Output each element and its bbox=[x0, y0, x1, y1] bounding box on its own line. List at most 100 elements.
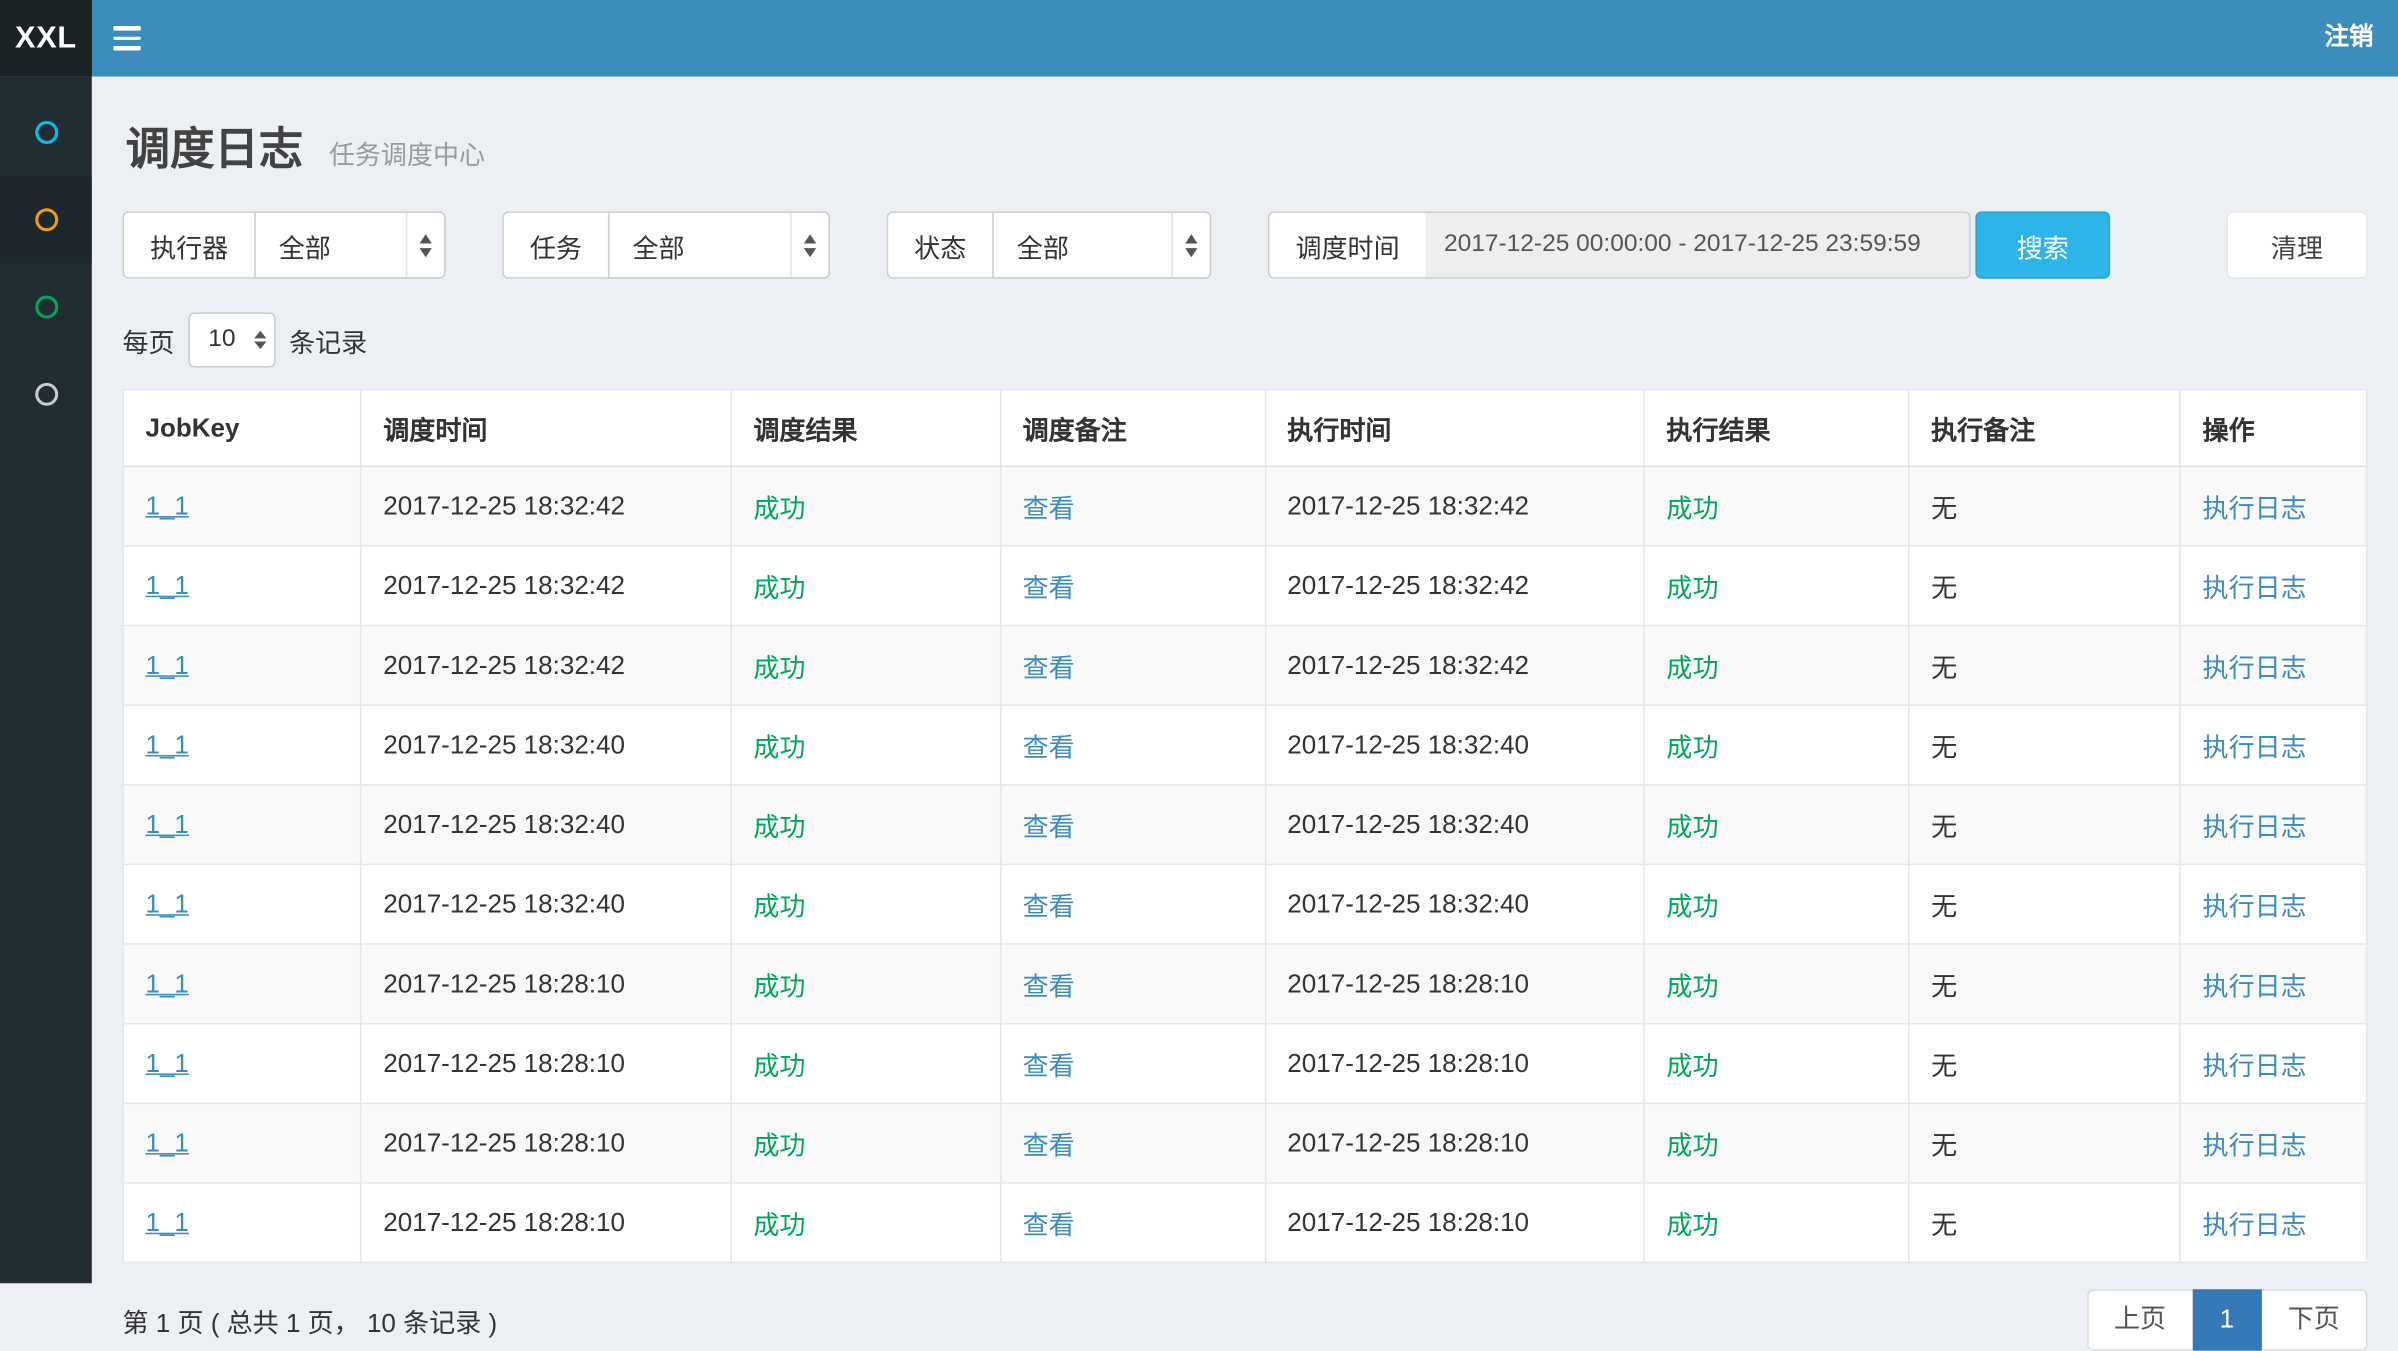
exec-log-link[interactable]: 执行日志 bbox=[2203, 1052, 2307, 1081]
table-cell-trigger_result: 成功 bbox=[731, 1103, 1000, 1183]
table-cell-action: 执行日志 bbox=[2180, 1103, 2366, 1183]
job-select-value: 全部 bbox=[632, 226, 774, 264]
sidebar-item-job-log[interactable] bbox=[0, 263, 92, 350]
clean-button[interactable]: 清理 bbox=[2227, 211, 2368, 278]
jobkey-link[interactable]: 1_1 bbox=[145, 491, 188, 520]
page-title: 调度日志 bbox=[126, 126, 304, 175]
exec-log-link[interactable]: 执行日志 bbox=[2203, 893, 2307, 922]
app-window: XXL 注销 调度日志 任务调度中心 执行器 全部 任务 bbox=[0, 0, 2398, 1283]
exec-log-link[interactable]: 执行日志 bbox=[2203, 733, 2307, 762]
table-cell-trigger_msg: 查看 bbox=[1000, 944, 1265, 1024]
sidebar-toggle-button[interactable] bbox=[92, 0, 162, 77]
job-select[interactable]: 全部 bbox=[608, 211, 830, 278]
view-trigger-msg-link[interactable]: 查看 bbox=[1023, 733, 1075, 762]
table-cell-handle_result: 成功 bbox=[1644, 785, 1909, 865]
top-navbar: XXL 注销 bbox=[0, 0, 2398, 77]
table-cell-job_key: 1_1 bbox=[123, 1183, 361, 1263]
table-row: 1_12017-12-25 18:32:42成功查看2017-12-25 18:… bbox=[123, 466, 2366, 546]
table-row: 1_12017-12-25 18:32:40成功查看2017-12-25 18:… bbox=[123, 705, 2366, 785]
exec-log-link[interactable]: 执行日志 bbox=[2203, 1211, 2307, 1240]
page-size-select[interactable]: 10 bbox=[188, 312, 275, 367]
table-cell-trigger_result: 成功 bbox=[731, 1183, 1000, 1263]
jobkey-link[interactable]: 1_1 bbox=[145, 650, 188, 679]
table-cell-job_key: 1_1 bbox=[123, 705, 361, 785]
jobkey-link[interactable]: 1_1 bbox=[145, 1207, 188, 1236]
sidebar-item-executor-manage[interactable] bbox=[0, 351, 92, 438]
exec-log-link[interactable]: 执行日志 bbox=[2203, 495, 2307, 524]
table-cell-handle_time: 2017-12-25 18:32:42 bbox=[1265, 466, 1644, 546]
jobkey-link[interactable]: 1_1 bbox=[145, 889, 188, 918]
table-row: 1_12017-12-25 18:28:10成功查看2017-12-25 18:… bbox=[123, 944, 2366, 1024]
table-cell-handle_time: 2017-12-25 18:32:42 bbox=[1265, 546, 1644, 626]
table-cell-trigger_result: 成功 bbox=[731, 1024, 1000, 1104]
table-cell-job_key: 1_1 bbox=[123, 1103, 361, 1183]
exec-log-link[interactable]: 执行日志 bbox=[2203, 574, 2307, 603]
time-range-input[interactable] bbox=[1426, 211, 1971, 278]
view-trigger-msg-link[interactable]: 查看 bbox=[1023, 893, 1075, 922]
view-trigger-msg-link[interactable]: 查看 bbox=[1023, 1132, 1075, 1161]
next-page-button[interactable]: 下页 bbox=[2260, 1289, 2367, 1350]
sidebar-item-dashboard[interactable] bbox=[0, 89, 92, 176]
status-select[interactable]: 全部 bbox=[992, 211, 1211, 278]
col-header-action: 操作 bbox=[2180, 390, 2366, 467]
exec-log-link[interactable]: 执行日志 bbox=[2203, 654, 2307, 683]
select-stepper-icon bbox=[246, 314, 274, 366]
exec-log-link[interactable]: 执行日志 bbox=[2203, 813, 2307, 842]
time-filter-label: 调度时间 bbox=[1268, 211, 1426, 278]
table-row: 1_12017-12-25 18:28:10成功查看2017-12-25 18:… bbox=[123, 1183, 2366, 1263]
table-cell-action: 执行日志 bbox=[2180, 864, 2366, 944]
table-cell-handle_msg: 无 bbox=[1909, 944, 2180, 1024]
table-cell-handle_result: 成功 bbox=[1644, 944, 1909, 1024]
brand-logo[interactable]: XXL bbox=[0, 0, 92, 77]
view-trigger-msg-link[interactable]: 查看 bbox=[1023, 495, 1075, 524]
view-trigger-msg-link[interactable]: 查看 bbox=[1023, 972, 1075, 1001]
col-header-trigger-result: 调度结果 bbox=[731, 390, 1000, 467]
status-select-value: 全部 bbox=[1017, 226, 1156, 264]
view-trigger-msg-link[interactable]: 查看 bbox=[1023, 654, 1075, 683]
executor-select[interactable]: 全部 bbox=[254, 211, 445, 278]
sidebar-item-job-manage[interactable] bbox=[0, 176, 92, 263]
table-cell-handle_time: 2017-12-25 18:32:40 bbox=[1265, 864, 1644, 944]
exec-log-link[interactable]: 执行日志 bbox=[2203, 972, 2307, 1001]
table-row: 1_12017-12-25 18:32:40成功查看2017-12-25 18:… bbox=[123, 785, 2366, 865]
table-cell-handle_time: 2017-12-25 18:32:40 bbox=[1265, 785, 1644, 865]
view-trigger-msg-link[interactable]: 查看 bbox=[1023, 813, 1075, 842]
jobkey-link[interactable]: 1_1 bbox=[145, 809, 188, 838]
exec-log-link[interactable]: 执行日志 bbox=[2203, 1132, 2307, 1161]
table-cell-trigger_msg: 查看 bbox=[1000, 1103, 1265, 1183]
current-page-button[interactable]: 1 bbox=[2192, 1289, 2262, 1350]
filter-bar: 执行器 全部 任务 全部 状态 全部 bbox=[123, 211, 2368, 278]
search-button[interactable]: 搜索 bbox=[1975, 211, 2110, 278]
table-cell-trigger_time: 2017-12-25 18:32:42 bbox=[361, 546, 731, 626]
table-cell-handle_msg: 无 bbox=[1909, 1103, 2180, 1183]
col-header-handle-msg: 执行备注 bbox=[1909, 390, 2180, 467]
view-trigger-msg-link[interactable]: 查看 bbox=[1023, 1211, 1075, 1240]
hamburger-icon bbox=[113, 46, 141, 50]
table-cell-trigger_msg: 查看 bbox=[1000, 1183, 1265, 1263]
prev-page-button[interactable]: 上页 bbox=[2086, 1289, 2193, 1350]
jobkey-link[interactable]: 1_1 bbox=[145, 1128, 188, 1157]
circle-icon bbox=[34, 383, 57, 406]
jobkey-link[interactable]: 1_1 bbox=[145, 969, 188, 998]
table-cell-job_key: 1_1 bbox=[123, 626, 361, 706]
view-trigger-msg-link[interactable]: 查看 bbox=[1023, 1052, 1075, 1081]
jobkey-link[interactable]: 1_1 bbox=[145, 570, 188, 599]
job-filter-group: 任务 全部 bbox=[502, 211, 830, 278]
pager: 上页 1 下页 bbox=[2086, 1289, 2367, 1350]
table-row: 1_12017-12-25 18:32:42成功查看2017-12-25 18:… bbox=[123, 626, 2366, 706]
table-cell-handle_result: 成功 bbox=[1644, 1103, 1909, 1183]
executor-select-value: 全部 bbox=[279, 226, 391, 264]
time-filter-group: 调度时间 bbox=[1268, 211, 1971, 278]
table-cell-trigger_msg: 查看 bbox=[1000, 546, 1265, 626]
select-stepper-icon bbox=[406, 213, 444, 277]
hamburger-icon bbox=[113, 26, 141, 30]
jobkey-link[interactable]: 1_1 bbox=[145, 1048, 188, 1077]
table-cell-handle_time: 2017-12-25 18:28:10 bbox=[1265, 1103, 1644, 1183]
executor-filter-label: 执行器 bbox=[123, 211, 255, 278]
view-trigger-msg-link[interactable]: 查看 bbox=[1023, 574, 1075, 603]
jobkey-link[interactable]: 1_1 bbox=[145, 730, 188, 759]
logout-link[interactable]: 注销 bbox=[2300, 0, 2398, 77]
page-size-row: 每页 10 条记录 bbox=[123, 312, 2368, 367]
table-cell-action: 执行日志 bbox=[2180, 466, 2366, 546]
table-cell-trigger_msg: 查看 bbox=[1000, 705, 1265, 785]
